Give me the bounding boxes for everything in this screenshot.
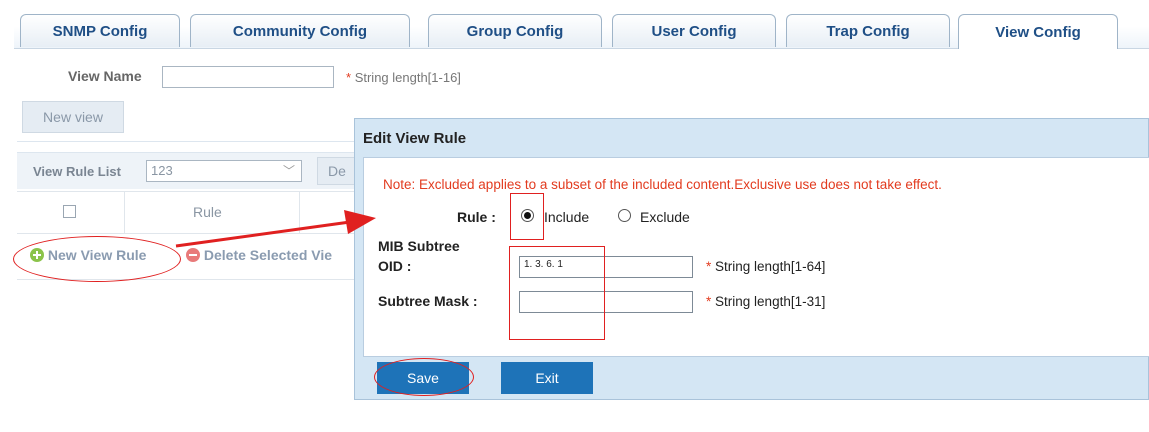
arrow-head-icon xyxy=(344,210,376,234)
annotation-arrow xyxy=(175,210,376,248)
arrow-shaft xyxy=(175,220,351,248)
